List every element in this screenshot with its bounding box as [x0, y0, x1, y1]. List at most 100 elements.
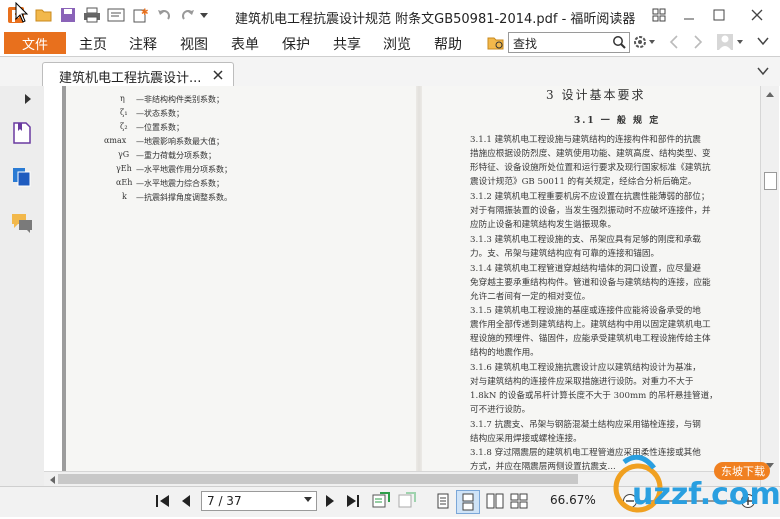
symbol-desc: —抗震斜撑角度调整系数。 — [136, 193, 232, 202]
settings-gear-icon[interactable] — [632, 34, 658, 53]
maximize-button[interactable] — [706, 3, 732, 27]
mouse-cursor-icon — [15, 1, 29, 27]
symbol-desc: —状态系数； — [136, 109, 184, 118]
last-page-icon[interactable] — [345, 494, 361, 511]
symbol-desc: —水平地震力综合系数； — [136, 179, 224, 188]
symbol-sym: αEh — [116, 178, 133, 187]
text-line: 允许二者间有一定的相对变位。 — [470, 292, 591, 302]
text-line: 应防止设备和建筑结构发生谐振现象。 — [470, 220, 617, 230]
navigation-panel — [0, 86, 45, 486]
new-file-icon[interactable]: ✱ — [130, 5, 150, 25]
continuous-facing-icon[interactable] — [510, 493, 528, 512]
tab-list-icon[interactable] — [756, 64, 770, 81]
forward-nav-icon[interactable] — [692, 35, 704, 52]
symbol-desc: —位置系数； — [136, 123, 184, 132]
text-line: 结构应采用焊接或螺栓连接。 — [470, 434, 582, 444]
text-line: 3.1.2 建筑机电工程重要机房不应设置在抗震性能薄弱的部位； — [470, 192, 710, 202]
text-line: 震作用全部传递到建筑结构上。建筑结构中用以固定建筑机电工 — [470, 320, 711, 330]
redo-icon[interactable] — [178, 5, 198, 25]
text-line: 可不进行设防。 — [470, 405, 531, 415]
horizontal-scroll-thumb[interactable] — [58, 474, 578, 484]
single-page-icon[interactable] — [436, 493, 450, 512]
previous-view-icon[interactable] — [372, 492, 390, 513]
save-icon[interactable] — [58, 5, 78, 25]
next-view-icon[interactable] — [398, 492, 416, 513]
site-watermark: uzzf.com 东坡下载 — [610, 452, 780, 516]
first-page-icon[interactable] — [155, 494, 171, 511]
vertical-scrollbar[interactable] — [760, 86, 779, 486]
text-line: 3.1.3 建筑机电工程设施的支、吊架应具有足够的刚度和承载 — [470, 235, 701, 245]
continuous-page-icon[interactable] — [456, 490, 480, 514]
search-input[interactable]: 查找 — [508, 32, 630, 53]
window-title: 建筑机电工程抗震设计规范 附条文GB50981-2014.pdf - 福昕阅读器 — [235, 12, 636, 27]
close-window-button[interactable] — [744, 3, 770, 27]
undo-icon[interactable] — [154, 5, 174, 25]
tab-document-label: 建筑机电工程抗震设计... — [59, 71, 202, 86]
file-menu-button[interactable]: 文件 — [4, 32, 66, 54]
text-line: 3.1.5 建筑机电工程设施的基座或连接件应能将设备承受的地 — [470, 306, 701, 316]
search-icon[interactable] — [612, 35, 626, 49]
expand-panel-icon[interactable] — [23, 93, 33, 108]
previous-page-icon[interactable] — [180, 494, 192, 511]
tab-document[interactable]: 建筑机电工程抗震设计... — [42, 62, 234, 87]
menu-help[interactable]: 帮助 — [434, 34, 462, 54]
menu-home[interactable]: 主页 — [79, 34, 107, 54]
symbol-desc: —水平地震作用分项系数； — [136, 165, 232, 174]
back-nav-icon[interactable] — [668, 35, 680, 52]
pages-thumbnail-icon[interactable] — [11, 166, 33, 191]
page-dropdown-icon[interactable] — [304, 497, 312, 503]
text-line: 3.1.6 建筑机电工程设施抗震设计应以建筑结构设计为基准， — [470, 363, 701, 373]
properties-icon[interactable] — [106, 5, 126, 25]
open-folder-icon[interactable] — [34, 5, 54, 25]
text-line: 对于有隔振装置的设备，当发生强烈振动时不应破坏连接件，并 — [470, 206, 711, 216]
close-tab-icon[interactable] — [213, 70, 223, 80]
menu-bar: 文件 主页 注释 视图 表单 保护 共享 浏览 帮助 — [0, 30, 780, 56]
scroll-up-icon[interactable] — [765, 90, 775, 98]
comments-panel-icon[interactable] — [11, 212, 33, 237]
minimize-button[interactable] — [676, 3, 702, 27]
find-folder-icon[interactable] — [487, 35, 505, 54]
page-gutter — [416, 86, 422, 471]
page-number-field[interactable]: 7 / 37 — [201, 491, 317, 511]
menu-form[interactable]: 表单 — [231, 34, 259, 54]
menu-protect[interactable]: 保护 — [282, 34, 310, 54]
print-icon[interactable] — [82, 5, 102, 25]
vertical-scroll-thumb[interactable] — [764, 172, 777, 190]
ribbon-collapse-icon[interactable] — [756, 34, 770, 51]
svg-text:✱: ✱ — [141, 8, 148, 18]
document-view[interactable]: η —非结构构件类别系数； ζ₁ —状态系数； ζ₂ —位置系数； αmax —… — [44, 86, 780, 486]
watermark-logo-text: uzzf.com — [632, 477, 780, 512]
title-bar: ✱ 建筑机电工程抗震设计规范 附条文GB50981-2014.pdf - 福昕阅… — [0, 0, 780, 30]
text-line: 3.1.4 建筑机电工程管道穿越结构墙体的洞口设置，应尽量避 — [470, 264, 701, 274]
text-line: 结构的地震作用。 — [470, 348, 539, 358]
text-line: 措施应根据设防烈度、建筑使用功能、建筑高度、结构类型、变 — [470, 149, 711, 159]
menu-share[interactable]: 共享 — [333, 34, 361, 54]
text-line: 3.1.7 抗震支、吊架与钢筋混凝土结构应采用锚栓连接，与钢 — [470, 420, 701, 430]
symbol-desc: —非结构构件类别系数； — [136, 95, 224, 104]
subsection-title: 3.1 一 般 规 定 — [574, 116, 661, 126]
zoom-level: 66.67% — [550, 493, 596, 507]
uzzf-watermark-logo: uzzf.com 东坡下载 — [613, 454, 780, 513]
text-line: 对与建筑结构的连接件应采取措施进行设防。对重力不大于 — [470, 377, 694, 387]
symbol-sym: ζ₂ — [120, 122, 128, 131]
symbol-desc: —地震影响系数最大值； — [136, 137, 224, 146]
facing-pages-icon[interactable] — [486, 493, 504, 512]
menu-browse[interactable]: 浏览 — [383, 34, 411, 54]
user-avatar-icon[interactable] — [716, 33, 746, 54]
symbol-sym: αmax — [104, 136, 127, 145]
symbol-sym: k — [122, 192, 127, 201]
text-line: 免穿越主要承重结构构件。管道和设备与建筑结构的连接，应能 — [470, 278, 711, 288]
pdf-page: η —非结构构件类别系数； ζ₁ —状态系数； ζ₂ —位置系数； αmax —… — [66, 86, 770, 472]
bookmarks-icon[interactable] — [12, 122, 32, 147]
next-page-icon[interactable] — [324, 494, 336, 511]
symbol-sym: η — [120, 94, 125, 103]
customize-toolbar-icon[interactable] — [198, 5, 210, 25]
symbol-sym: ζ₁ — [120, 108, 128, 117]
text-line: 程设施的预埋件、锚固件，应能承受建筑机电工程设施传给主体 — [470, 334, 711, 344]
watermark-badge-text: 东坡下载 — [721, 465, 765, 478]
scroll-left-icon[interactable] — [48, 475, 56, 485]
restore-layout-icon[interactable] — [646, 3, 672, 27]
menu-view[interactable]: 视图 — [180, 34, 208, 54]
menu-comment[interactable]: 注释 — [129, 34, 157, 54]
text-line: 形特征、设备设施所处位置和运行要求及现行国家标准《建筑抗 — [470, 163, 711, 173]
